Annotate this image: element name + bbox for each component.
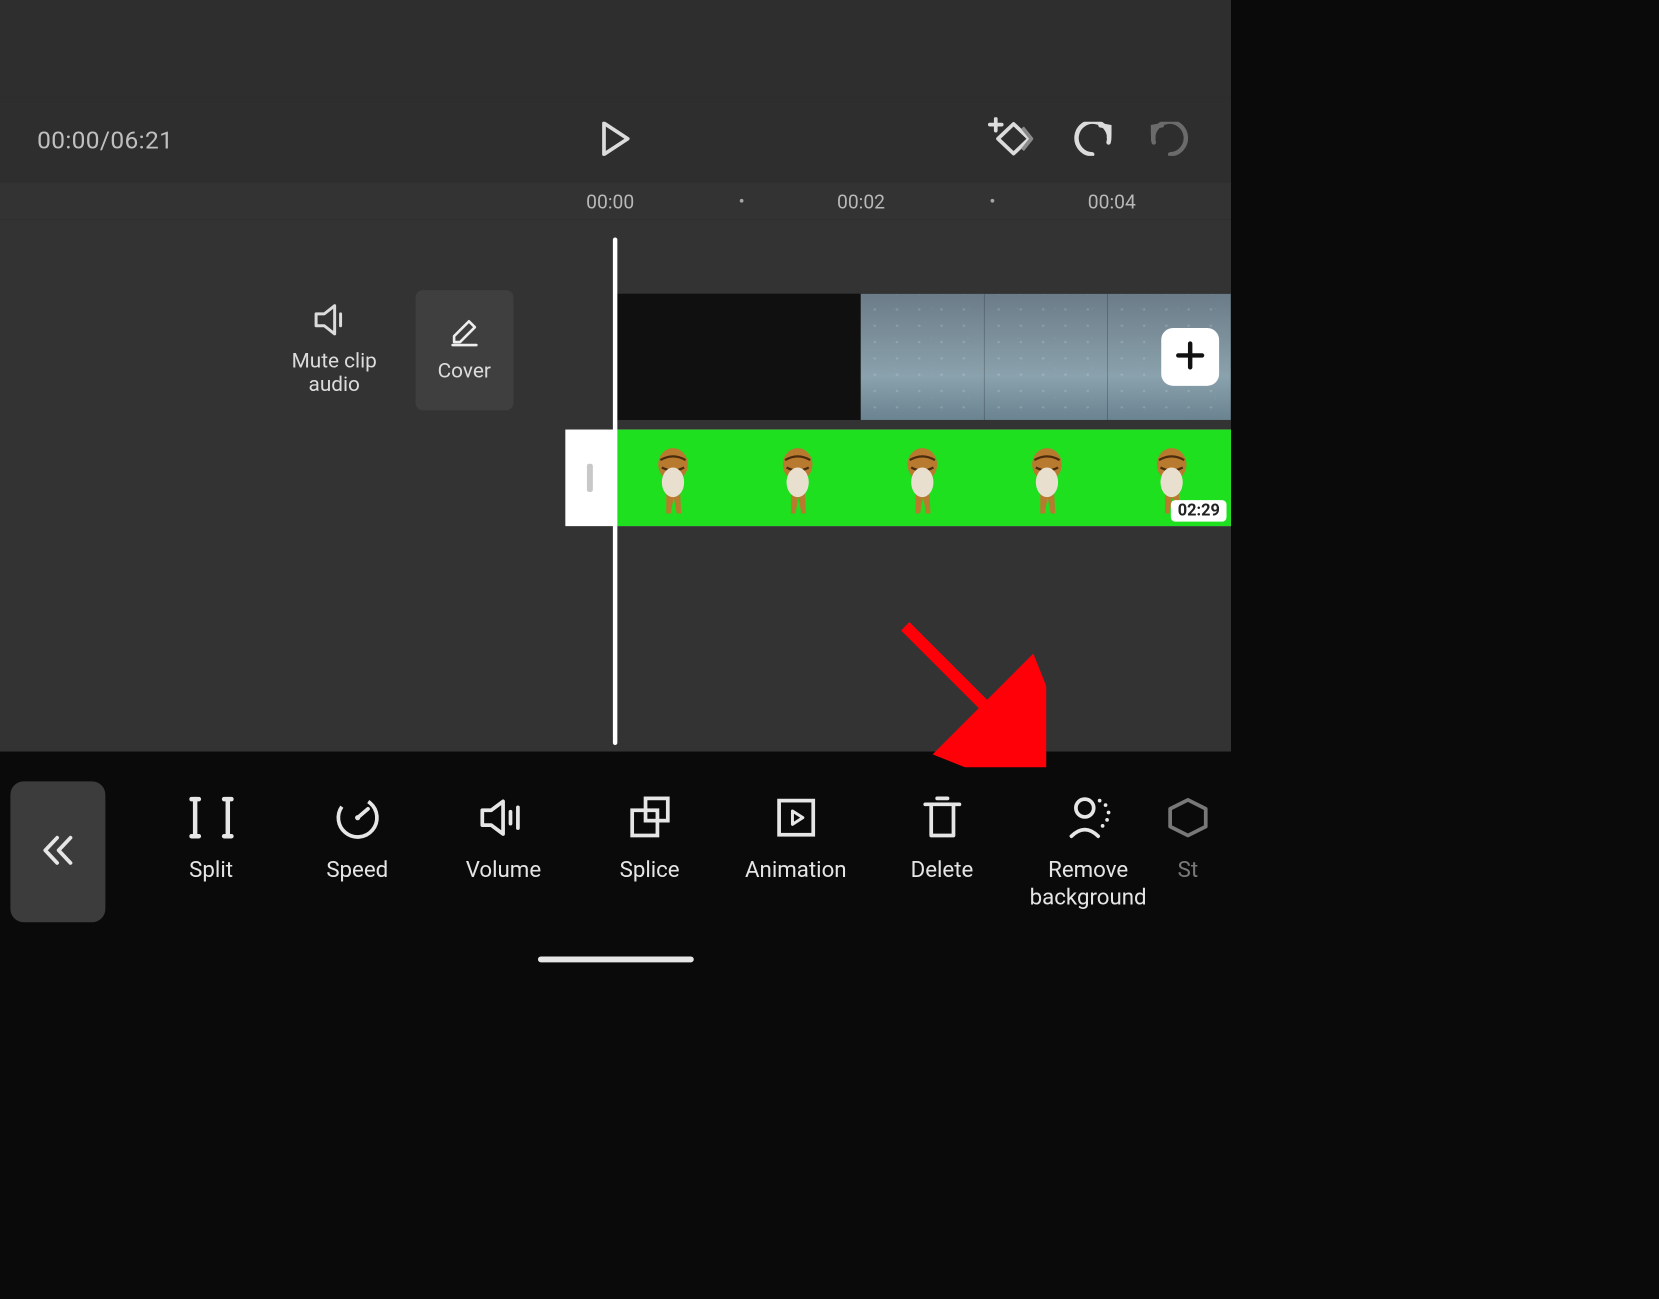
remove-background-icon [1062,792,1114,844]
delete-icon [916,792,968,844]
bottom-toolbar: Split Speed Volume Splice Animation [0,752,1231,952]
preview-area [0,0,1231,98]
splice-icon [624,792,676,844]
mute-clip-audio-button[interactable]: Mute clip audio [271,290,398,410]
play-icon [601,122,631,159]
ruler-dot [991,199,995,203]
tool-partial[interactable]: St [1162,792,1214,884]
tiger-thumbnail [1018,438,1076,518]
tiger-thumbnail [644,438,702,518]
overlay-clip[interactable]: 02:29 [614,430,1231,526]
ruler-tick: 00:04 [1088,191,1136,213]
tool-animation[interactable]: Animation [723,792,868,884]
playhead[interactable] [613,237,617,745]
video-thumbnail [984,294,1107,420]
tool-label: Remove background [1030,857,1147,911]
keyframe-button[interactable] [993,121,1032,160]
chevron-double-left-icon [38,830,78,873]
tool-label: Animation [745,857,847,884]
tool-label: Speed [326,857,388,884]
tool-label: Delete [911,857,974,884]
tool-label: Volume [466,857,541,884]
volume-icon [477,792,529,844]
tool-speed[interactable]: Speed [285,792,430,884]
video-track[interactable] [614,294,1231,420]
timecode-display: 00:00/06:21 [37,126,173,155]
playback-bar: 00:00/06:21 [0,98,1231,183]
clip-trim-handle[interactable] [565,430,613,526]
ruler-tick: 00:00 [586,191,634,213]
ruler-tick: 00:02 [837,191,885,213]
plus-icon [1174,339,1207,375]
timeline-ruler[interactable]: 00:00 00:02 00:04 [0,183,1231,220]
speaker-icon [314,303,354,341]
empty-segment [614,294,861,420]
tiger-thumbnail [769,438,827,518]
home-indicator [538,956,694,962]
tool-label: St [1178,857,1199,884]
cover-button[interactable]: Cover [415,290,513,410]
tool-label: Split [189,857,233,884]
tool-split[interactable]: Split [139,792,284,884]
clip-duration-badge: 02:29 [1171,500,1226,522]
tool-remove-background[interactable]: Remove background [1016,792,1161,912]
split-icon [185,792,237,844]
overlay-track[interactable]: 02:29 [565,430,1231,526]
pencil-icon [449,317,479,352]
undo-icon [1071,122,1111,159]
redo-button[interactable] [1152,121,1191,160]
ruler-dot [740,199,744,203]
redo-icon [1151,122,1191,159]
undo-button[interactable] [1072,121,1111,160]
cover-label: Cover [438,359,491,383]
video-thumbnail [861,294,984,420]
keyframe-add-icon [987,117,1037,163]
back-button[interactable] [10,781,105,922]
animation-icon [770,792,822,844]
tool-list: Split Speed Volume Splice Animation [105,792,1231,912]
mute-label: Mute clip audio [292,349,377,397]
tool-label: Splice [620,857,680,884]
play-button[interactable] [598,122,634,158]
tool-delete[interactable]: Delete [870,792,1015,884]
add-media-button[interactable] [1161,328,1219,386]
speed-icon [331,792,383,844]
cube-icon [1162,792,1214,844]
tool-volume[interactable]: Volume [431,792,576,884]
tiger-thumbnail [893,438,951,518]
tool-splice[interactable]: Splice [577,792,722,884]
